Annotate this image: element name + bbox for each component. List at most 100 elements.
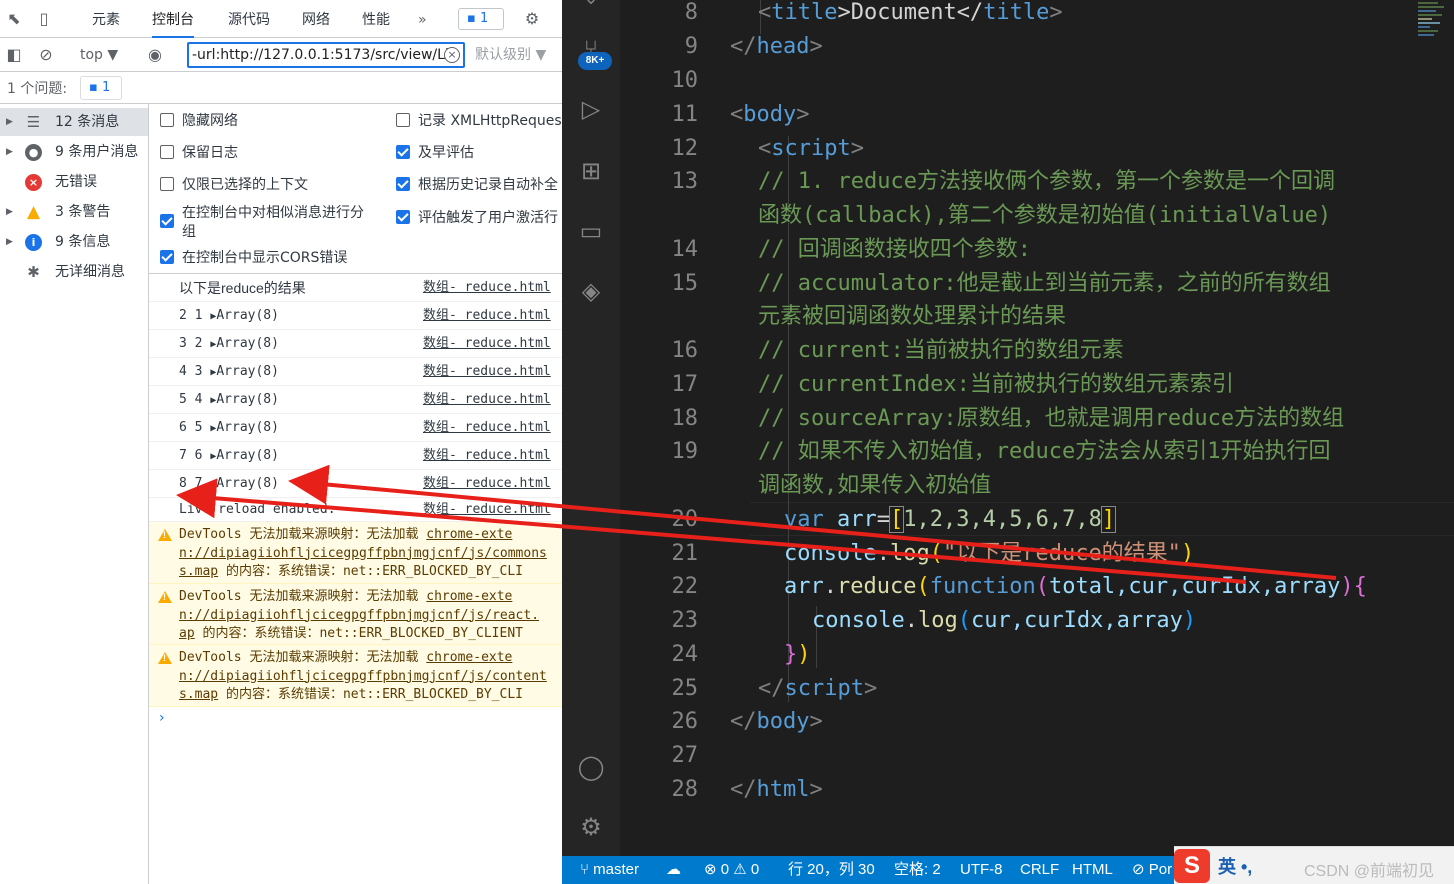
warning-link[interactable]: s.map bbox=[179, 564, 218, 579]
sidebar-toggle-icon[interactable]: ◧ bbox=[4, 45, 24, 65]
sidebar-item-verbose[interactable]: ✱ 无详细消息 bbox=[0, 258, 148, 286]
warning-link[interactable]: chrome-exte bbox=[426, 650, 512, 665]
issues-badge-button[interactable]: ▪ 1 bbox=[458, 8, 504, 30]
line-number: 12 bbox=[671, 136, 699, 161]
watermark: CSDN @前端初见 bbox=[1304, 863, 1435, 880]
gear-icon[interactable]: ⚙ bbox=[522, 9, 542, 29]
checkbox[interactable] bbox=[396, 145, 410, 159]
array-preview[interactable]: Array(8) bbox=[216, 336, 279, 351]
more-tabs-button[interactable]: » bbox=[418, 0, 427, 38]
sync-icon[interactable]: ☁ bbox=[666, 856, 681, 884]
sogou-logo-icon[interactable]: S bbox=[1174, 849, 1210, 883]
gear-icon[interactable]: ⚙ bbox=[576, 812, 606, 842]
source-link[interactable]: 数组- reduce.html bbox=[423, 386, 551, 414]
warning-link[interactable]: ap bbox=[179, 626, 195, 641]
console-prompt[interactable]: › bbox=[159, 710, 165, 726]
expand-arrow-icon[interactable]: ▶ bbox=[6, 138, 13, 166]
issues-label: 1 个问题: bbox=[7, 81, 68, 97]
extensions-icon[interactable]: ⊞ bbox=[576, 156, 606, 186]
checkbox-label: 评估触发了用户激活行 bbox=[418, 210, 558, 226]
sidebar-item-warnings[interactable]: ▶ ▲ 3 条警告 bbox=[0, 198, 148, 226]
devtools-panel: ⬉ ▯ 元素 控制台 源代码 网络 性能 » ▪ 1 ⚙ ◧ ⊘ top ▼ ◉… bbox=[0, 0, 562, 884]
tab-elements[interactable]: 元素 bbox=[92, 0, 120, 38]
inspect-element-icon[interactable]: ⬉ bbox=[4, 9, 24, 29]
warning-icon: ⚠ bbox=[733, 861, 747, 878]
expand-arrow-icon[interactable]: ▶ bbox=[6, 108, 13, 136]
branch-indicator[interactable]: ⑂ master bbox=[580, 856, 639, 884]
layers-icon[interactable]: ◈ bbox=[576, 276, 606, 306]
expand-arrow-icon[interactable]: ▶ bbox=[6, 198, 13, 226]
code-line: // accumulator:他是截止到当前元素，之前的所有数组 bbox=[758, 271, 1331, 296]
source-link[interactable]: 数组- reduce.html bbox=[423, 358, 551, 386]
source-link[interactable]: 数组- reduce.html bbox=[423, 498, 551, 522]
sidebar-item-info[interactable]: ▶ i 9 条信息 bbox=[0, 228, 148, 256]
port-indicator[interactable]: ⊘ Por bbox=[1132, 856, 1172, 884]
array-preview[interactable]: Array(8) bbox=[216, 420, 279, 435]
encoding[interactable]: UTF-8 bbox=[960, 856, 1003, 884]
run-debug-icon[interactable]: ▷ bbox=[576, 94, 606, 124]
warning-link[interactable]: chrome-exte bbox=[426, 589, 512, 604]
account-icon[interactable]: ◯ bbox=[576, 752, 606, 782]
sidebar-item-label: 无详细消息 bbox=[55, 264, 125, 280]
filter-input[interactable]: -url:http://127.0.0.1:5173/src/view/Lig … bbox=[187, 42, 465, 68]
cursor-position[interactable]: 行 20，列 30 bbox=[788, 856, 875, 884]
issues-bar: 1 个问题: ▪ 1 bbox=[0, 72, 562, 104]
checkbox[interactable] bbox=[160, 177, 174, 191]
console-warning: DevTools 无法加载来源映射：无法加载 chrome-exte n://d… bbox=[149, 522, 562, 584]
array-preview[interactable]: Array(8) bbox=[216, 308, 279, 323]
checkbox[interactable] bbox=[160, 113, 174, 127]
array-preview[interactable]: Array(8) bbox=[216, 476, 279, 491]
expand-arrow-icon[interactable]: ▶ bbox=[6, 228, 13, 256]
folder-icon[interactable]: ▭ bbox=[576, 216, 606, 246]
log-level-selector[interactable]: 默认级别 ▼ bbox=[475, 44, 546, 66]
context-selector[interactable]: top ▼ bbox=[80, 44, 118, 66]
code-line: </html> bbox=[730, 777, 823, 802]
array-preview[interactable]: Array(8) bbox=[216, 364, 279, 379]
warning-link[interactable]: n://dipiagiiohfljcicegpgffpbnjmgjcnf/js/… bbox=[179, 545, 562, 564]
source-link[interactable]: 数组- reduce.html bbox=[423, 330, 551, 358]
clear-console-icon[interactable]: ⊘ bbox=[36, 45, 56, 65]
checkbox[interactable] bbox=[160, 145, 174, 159]
sidebar-item-user-messages[interactable]: ▶ ● 9 条用户消息 bbox=[0, 138, 148, 166]
indentation[interactable]: 空格: 2 bbox=[894, 856, 941, 884]
array-preview[interactable]: Array(8) bbox=[216, 392, 279, 407]
source-link[interactable]: 数组- reduce.html bbox=[423, 470, 551, 498]
checkbox[interactable] bbox=[396, 113, 410, 127]
source-link[interactable]: 数组- reduce.html bbox=[423, 442, 551, 470]
code-editor[interactable]: 8 9 10 11 12 13 14 15 16 17 18 19 20 21 … bbox=[620, 0, 1454, 856]
eye-icon[interactable]: ◉ bbox=[145, 45, 165, 65]
console-row: 6 5 ▶Array(8) 数组- reduce.html bbox=[149, 414, 562, 442]
issues-count-button[interactable]: ▪ 1 bbox=[80, 76, 122, 100]
language-mode[interactable]: HTML bbox=[1072, 856, 1113, 884]
console-row: 以下是reduce的结果 数组- reduce.html bbox=[149, 274, 562, 302]
source-link[interactable]: 数组- reduce.html bbox=[423, 414, 551, 442]
tab-sources[interactable]: 源代码 bbox=[228, 0, 270, 38]
checkbox[interactable] bbox=[160, 214, 174, 228]
warning-link[interactable]: s.map bbox=[179, 687, 218, 702]
eol[interactable]: CRLF bbox=[1020, 856, 1059, 884]
tab-network[interactable]: 网络 bbox=[302, 0, 330, 38]
chevron-icon[interactable]: ⌄ bbox=[576, 0, 606, 14]
console-message: 以下是reduce的结果 bbox=[179, 280, 306, 296]
clear-filter-icon[interactable]: × bbox=[444, 47, 460, 63]
warning-link[interactable]: n://dipiagiiohfljcicegpgffpbnjmgjcnf/js/… bbox=[179, 607, 562, 626]
sidebar-item-messages[interactable]: ▶ ☰ 12 条消息 bbox=[0, 108, 148, 136]
array-preview[interactable]: Array(8) bbox=[216, 448, 279, 463]
problems-indicator[interactable]: ⊗ 0 ⚠ 0 bbox=[704, 856, 759, 884]
device-toolbar-icon[interactable]: ▯ bbox=[34, 9, 54, 29]
ime-mode[interactable]: 英 •, bbox=[1218, 853, 1252, 879]
line-number: 19 bbox=[671, 439, 699, 464]
tab-performance[interactable]: 性能 bbox=[362, 0, 390, 38]
bug-icon: ✱ bbox=[27, 263, 40, 281]
checkbox[interactable] bbox=[160, 250, 174, 264]
minimap bbox=[1418, 2, 1444, 36]
code-line-wrap: 函数(callback),第二个参数是初始值(initialValue) bbox=[758, 203, 1332, 228]
checkbox[interactable] bbox=[396, 177, 410, 191]
tab-console[interactable]: 控制台 bbox=[152, 0, 194, 38]
warning-link[interactable]: n://dipiagiiohfljcicegpgffpbnjmgjcnf/js/… bbox=[179, 668, 562, 687]
source-link[interactable]: 数组- reduce.html bbox=[423, 274, 551, 302]
warning-link[interactable]: chrome-exte bbox=[426, 527, 512, 542]
checkbox[interactable] bbox=[396, 210, 410, 224]
sidebar-item-errors[interactable]: × 无错误 bbox=[0, 168, 148, 196]
source-link[interactable]: 数组- reduce.html bbox=[423, 302, 551, 330]
